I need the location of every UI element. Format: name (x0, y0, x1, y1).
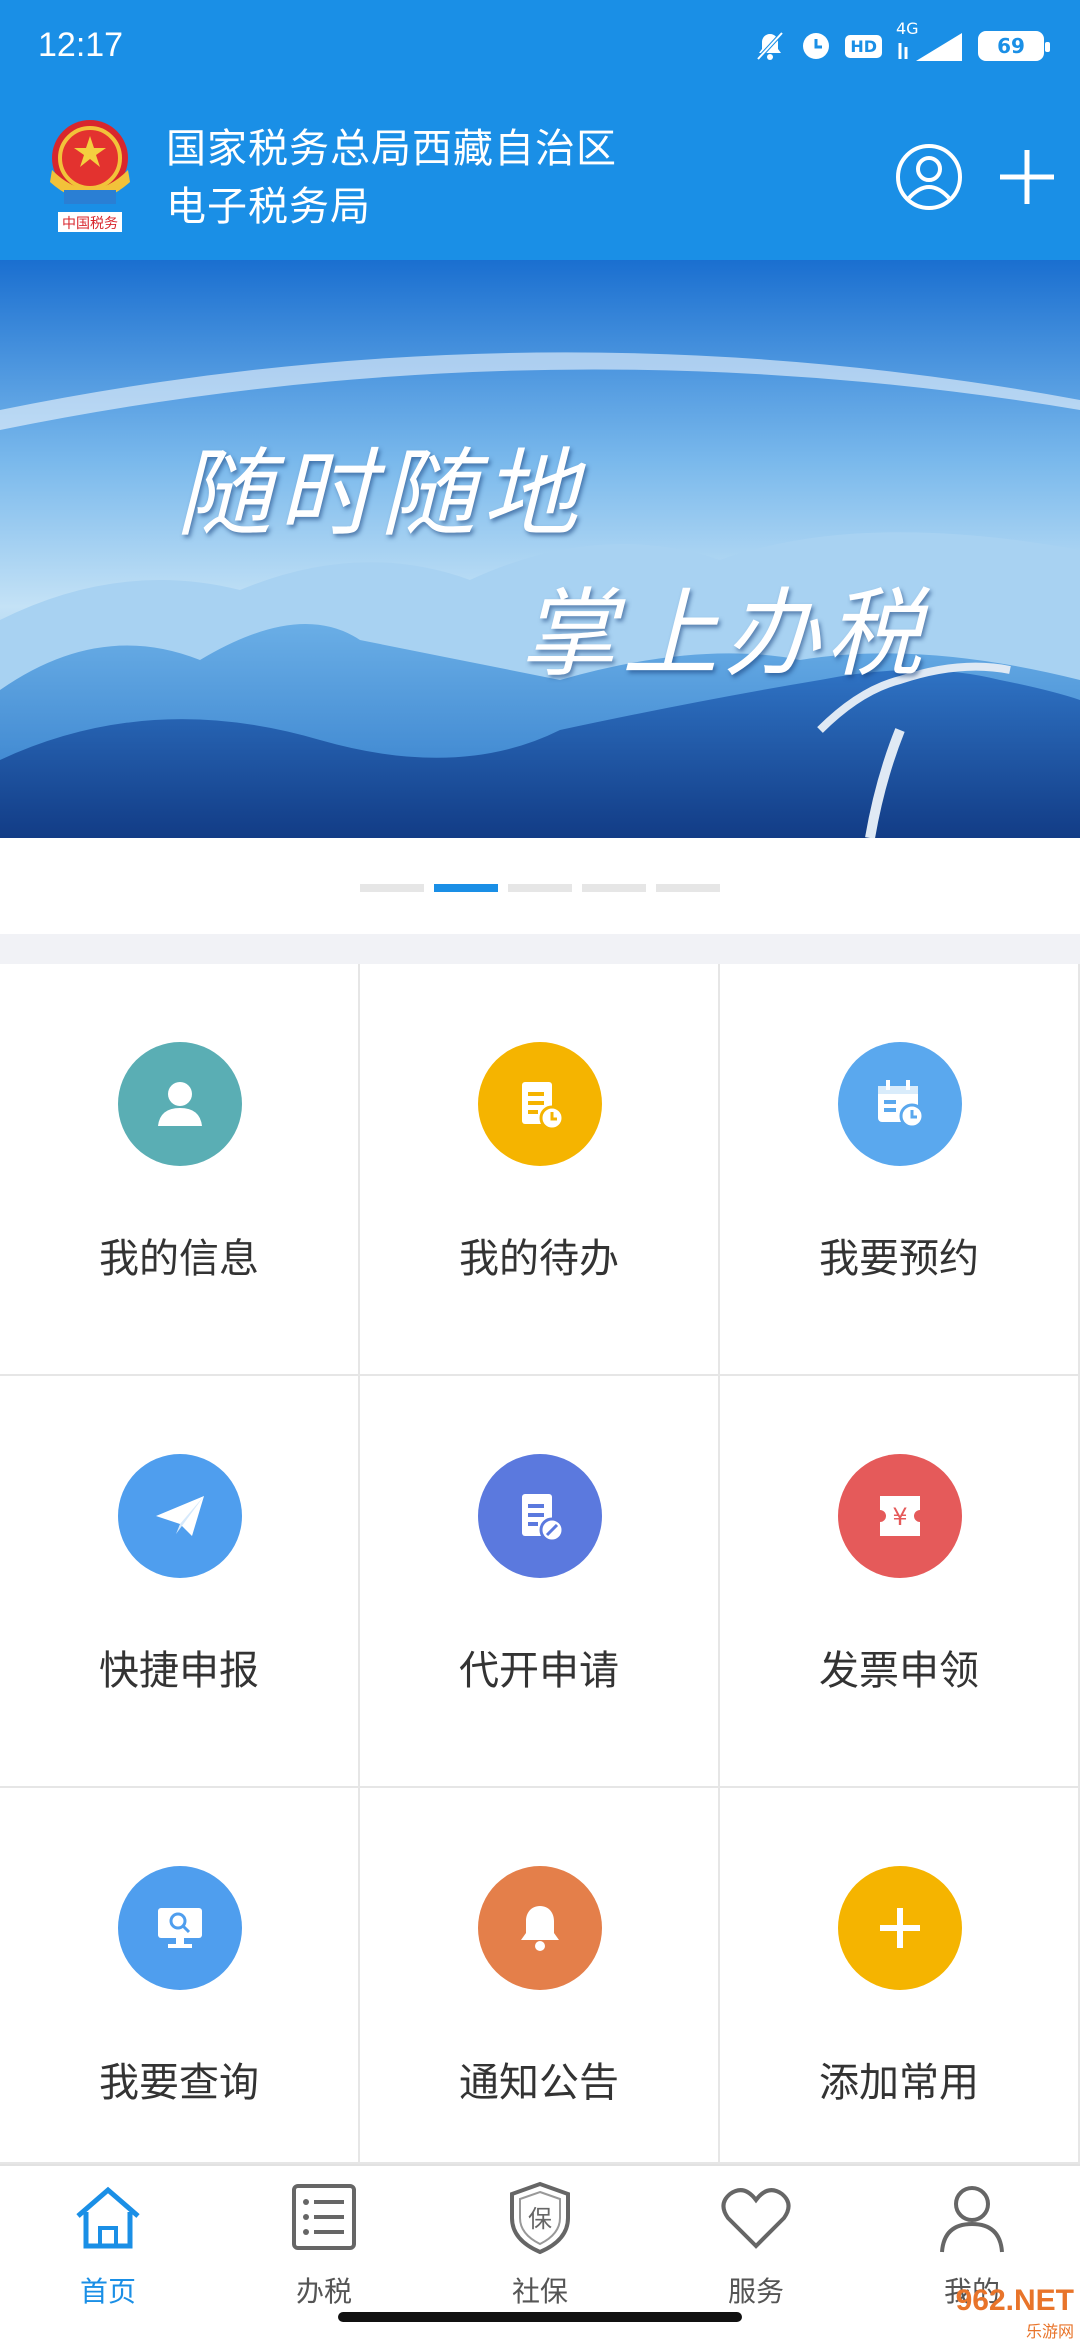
pagination-dot[interactable] (508, 884, 572, 892)
app-header: 中国税务 国家税务总局西藏自治区 电子税务局 (0, 90, 1080, 260)
status-bar: 12:17 HD 4G 69 (0, 0, 1080, 90)
battery-indicator: 69 (978, 31, 1050, 61)
list-icon (292, 2184, 356, 2250)
nav-social-security[interactable]: 保 社保 (432, 2174, 648, 2324)
todo-document-icon (478, 1042, 602, 1166)
function-grid: 我的信息 我的待办 我要预约 快捷申报 代开申请 ¥ 发票申领 我要查询 通知公… (0, 964, 1080, 2164)
app-title-line2: 电子税务局 (166, 184, 371, 230)
grid-item-quick-declare[interactable]: 快捷申报 (0, 1376, 360, 1788)
user-icon (118, 1042, 242, 1166)
hd-badge: HD (845, 34, 882, 58)
tax-emblem-logo: 中国税务 (34, 108, 146, 238)
grid-item-label: 通知公告 (459, 2060, 619, 2106)
promo-banner[interactable]: 随时随地 掌上办税 (0, 260, 1080, 838)
status-icons: HD 4G 69 (753, 21, 1050, 66)
app-title-line1: 国家税务总局西藏自治区 (166, 126, 617, 172)
signal-icon: 4G (896, 21, 964, 63)
nav-service[interactable]: 服务 (648, 2174, 864, 2324)
bell-icon (478, 1866, 602, 1990)
grid-item-label: 发票申领 (819, 1648, 979, 1694)
calendar-icon (838, 1042, 962, 1166)
pagination-dot[interactable] (360, 884, 424, 892)
grid-item-my-todo[interactable]: 我的待办 (360, 964, 720, 1376)
watermark-text: 962.NET (955, 2284, 1074, 2317)
grid-item-issue-apply[interactable]: 代开申请 (360, 1376, 720, 1788)
pagination-dot[interactable] (582, 884, 646, 892)
home-indicator-bar[interactable] (338, 2312, 742, 2322)
grid-item-label: 代开申请 (459, 1648, 619, 1694)
alarm-icon (801, 31, 831, 61)
grid-item-label: 我的信息 (99, 1236, 259, 1282)
grid-item-notices[interactable]: 通知公告 (360, 1788, 720, 2164)
grid-item-label: 我的待办 (459, 1236, 619, 1282)
grid-item-label: 我要查询 (99, 2060, 259, 2106)
yuan-ticket-icon: ¥ (838, 1454, 962, 1578)
grid-item-query[interactable]: 我要查询 (0, 1788, 360, 2164)
edit-document-icon (478, 1454, 602, 1578)
nav-label: 办税 (295, 2275, 352, 2308)
nav-label: 首页 (79, 2275, 136, 2308)
section-divider (0, 934, 1080, 964)
status-time: 12:17 (38, 26, 124, 64)
person-icon (940, 2186, 1004, 2253)
banner-slogan-2: 掌上办税 (520, 578, 928, 690)
shield-text: 保 (528, 2205, 552, 2233)
heart-icon (721, 2188, 791, 2249)
watermark-logo: 962.NET 乐游网 (956, 2284, 1074, 2342)
grid-item-label: 添加常用 (819, 2060, 979, 2106)
banner-pagination (0, 838, 1080, 934)
grid-item-invoice-apply[interactable]: ¥ 发票申领 (720, 1376, 1080, 1788)
grid-item-add-common[interactable]: 添加常用 (720, 1788, 1080, 2164)
login-user-button[interactable] (894, 142, 964, 212)
pagination-dot-active[interactable] (434, 884, 498, 892)
monitor-search-icon (118, 1866, 242, 1990)
add-button[interactable] (992, 142, 1062, 212)
grid-item-label: 快捷申报 (99, 1648, 259, 1694)
shield-icon: 保 (510, 2181, 570, 2255)
network-type: 4G (896, 19, 919, 38)
nav-tax[interactable]: 办税 (216, 2174, 432, 2324)
grid-item-label: 我要预约 (819, 1236, 979, 1282)
svg-text:¥: ¥ (892, 1503, 907, 1531)
paper-plane-icon (118, 1454, 242, 1578)
nav-label: 服务 (727, 2275, 784, 2308)
pagination-dot[interactable] (656, 884, 720, 892)
mute-icon (753, 29, 787, 63)
grid-item-my-info[interactable]: 我的信息 (0, 964, 360, 1376)
plus-icon (1000, 150, 1054, 204)
svg-text:中国税务: 中国税务 (62, 216, 118, 232)
user-circle-icon (896, 144, 962, 210)
app-title: 国家税务总局西藏自治区 电子税务局 (166, 120, 617, 236)
grid-item-appointment[interactable]: 我要预约 (720, 964, 1080, 1376)
watermark-subtext: 乐游网 (1025, 2324, 1074, 2341)
nav-label: 社保 (511, 2275, 568, 2308)
plus-icon (838, 1866, 962, 1990)
banner-slogan-1: 随时随地 (176, 438, 584, 550)
home-icon (76, 2186, 140, 2249)
nav-home[interactable]: 首页 (0, 2174, 216, 2324)
